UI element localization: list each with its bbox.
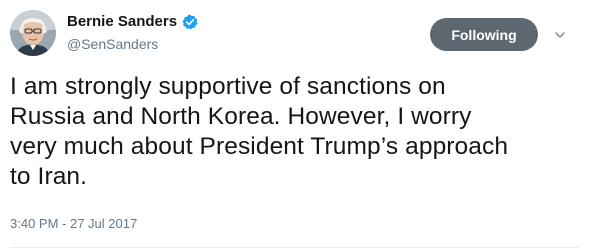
tweet-text-line: to Iran.	[10, 163, 88, 190]
tweet-text-line: I am strongly supportive of sanctions on	[10, 73, 446, 100]
profile-photo-icon	[10, 10, 56, 56]
avatar[interactable]	[10, 10, 56, 56]
following-button[interactable]: Following	[430, 18, 538, 51]
tweet-card: Bernie Sanders @SenSanders Following I a…	[0, 0, 589, 248]
tweet-text: I am strongly supportive of sanctions on…	[10, 72, 580, 192]
author-handle[interactable]: @SenSanders	[67, 35, 158, 53]
verified-badge-icon	[182, 14, 198, 30]
chevron-down-icon[interactable]	[552, 27, 568, 43]
tweet-text-line: very much about President Trump’s approa…	[10, 133, 509, 160]
author-name-row: Bernie Sanders	[67, 13, 198, 31]
author-display-name[interactable]: Bernie Sanders	[67, 13, 177, 31]
tweet-timestamp[interactable]: 3:40 PM - 27 Jul 2017	[10, 216, 137, 232]
tweet-text-line: Russia and North Korea. However, I worry	[10, 103, 472, 130]
